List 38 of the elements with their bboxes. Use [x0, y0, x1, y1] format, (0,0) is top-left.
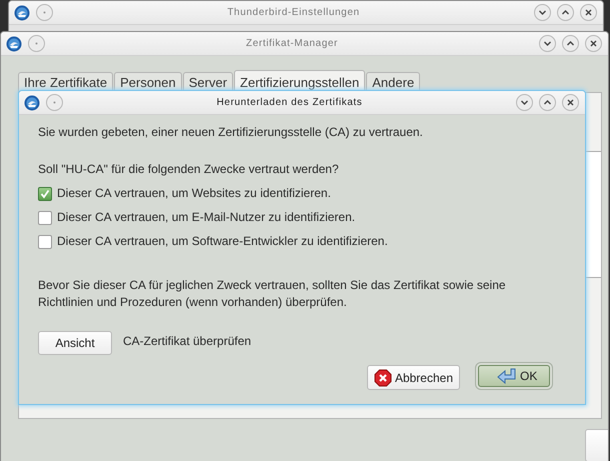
cancel-icon — [374, 368, 392, 386]
close-button[interactable] — [580, 4, 597, 21]
close-button[interactable] — [562, 94, 579, 111]
close-button[interactable] — [585, 35, 602, 52]
view-button[interactable]: Ansicht — [38, 331, 112, 355]
view-label: CA-Zertifikat überprüfen — [123, 334, 252, 348]
maximize-button[interactable] — [557, 4, 574, 21]
minimize-button[interactable] — [516, 94, 533, 111]
maximize-button[interactable] — [562, 35, 579, 52]
trust-option[interactable]: Dieser CA vertrauen, um Websites zu identifizieren. — [38, 186, 566, 201]
question-text: Soll "HU-CA" für die folgenden Zwecke vertraut werden? — [38, 162, 340, 177]
trust-option[interactable]: Dieser CA vertrauen, um E-Mail-Nutzer zu identifizieren. — [38, 210, 566, 225]
option-label: Dieser CA vertrauen, um Websites zu identifizieren. — [57, 186, 331, 201]
tab[interactable]: Personen — [114, 72, 182, 92]
option-label: Dieser CA vertrauen, um E-Mail-Nutzer zu identifizieren. — [57, 210, 356, 225]
checkbox[interactable] — [38, 186, 52, 200]
window-title: Zertifikat-Manager — [245, 38, 339, 49]
note-text: Bevor Sie dieser CA für jeglichen Zweck vertrauen, sollten Sie das Zertifikat sowie seine Richtlinien und Prozeduren (wenn vorhanden) überprüfen. — [38, 277, 507, 311]
minimize-button[interactable] — [539, 35, 556, 52]
app-logo-icon — [14, 4, 30, 20]
app-logo-icon — [6, 36, 22, 52]
checkbox[interactable] — [38, 210, 52, 224]
tab[interactable]: Server — [182, 72, 234, 92]
trust-option[interactable]: Dieser CA vertrauen, um Software-Entwickler zu identifizieren. — [38, 234, 566, 249]
tab[interactable]: Andere — [366, 72, 420, 92]
minimize-button[interactable] — [534, 4, 551, 21]
option-label: Dieser CA vertrauen, um Software-Entwickler zu identifizieren. — [57, 234, 388, 249]
tab[interactable]: Ihre Zertifikate — [18, 72, 114, 92]
ok-button[interactable]: OK — [478, 365, 550, 387]
checkbox[interactable] — [38, 234, 52, 248]
window-title: Thunderbird-Einstellungen — [226, 7, 361, 18]
cancel-button[interactable]: Abbrechen — [366, 365, 460, 390]
window-title: Herunterladen des Zertifikats — [216, 97, 364, 108]
maximize-button[interactable] — [539, 94, 556, 111]
enter-arrow-icon — [497, 368, 517, 384]
checkmark-icon — [40, 188, 50, 198]
intro-text: Sie wurden gebeten, einer neuen Zertifizierungsstelle (CA) zu vertrauen. — [38, 125, 424, 140]
app-logo-icon — [24, 94, 40, 110]
